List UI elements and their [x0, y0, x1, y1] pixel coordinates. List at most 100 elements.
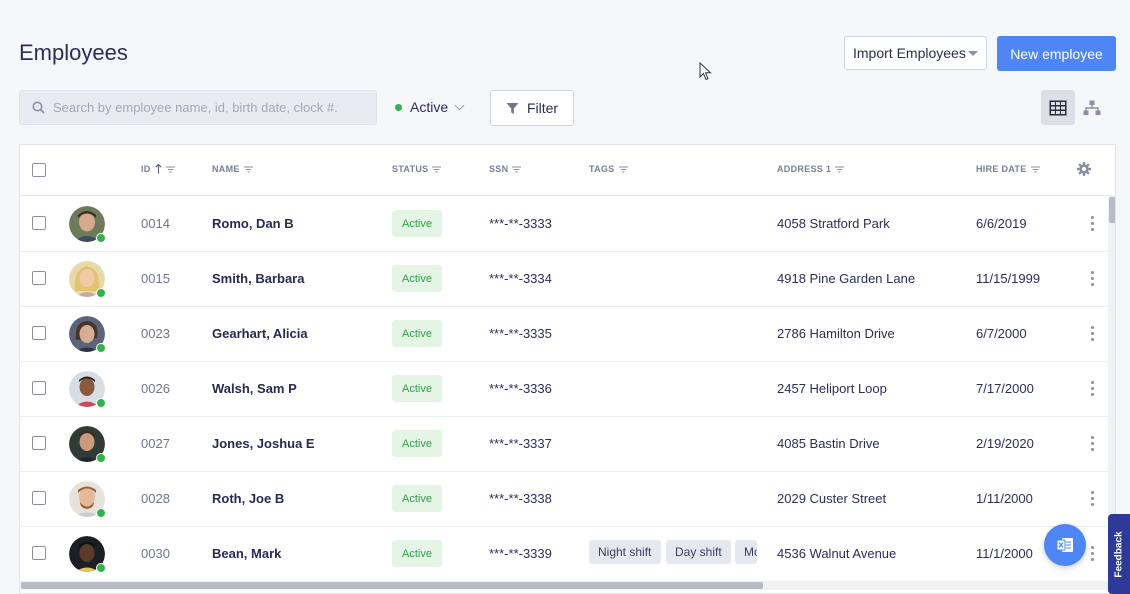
grid-view-toggle[interactable]	[1041, 90, 1075, 125]
column-header-id[interactable]: ID	[141, 164, 175, 174]
row-checkbox[interactable]	[32, 271, 46, 285]
avatar	[69, 206, 106, 243]
settings-gear-icon[interactable]	[1077, 162, 1091, 176]
column-header-tags[interactable]: TAGS	[589, 164, 628, 174]
avatar	[69, 481, 106, 518]
row-checkbox[interactable]	[32, 546, 46, 560]
avatar	[69, 371, 106, 408]
column-filter-icon[interactable]	[512, 165, 522, 173]
employee-name[interactable]: Walsh, Sam P	[212, 381, 297, 396]
avatar	[69, 426, 106, 463]
scrollbar-thumb[interactable]	[21, 582, 763, 589]
column-header-hire-date-label: HIRE DATE	[976, 164, 1027, 174]
new-employee-button[interactable]: New employee	[997, 36, 1116, 71]
employee-name[interactable]: Smith, Barbara	[212, 271, 304, 286]
online-status-icon	[96, 508, 106, 518]
online-status-icon	[96, 288, 106, 298]
employee-name[interactable]: Romo, Dan B	[212, 216, 294, 231]
employee-id: 0014	[141, 216, 170, 231]
employee-hire-date: 7/17/2000	[976, 381, 1034, 396]
online-status-icon	[96, 233, 106, 243]
employee-name[interactable]: Gearhart, Alicia	[212, 326, 308, 341]
employee-id: 0015	[141, 271, 170, 286]
employees-table: ID NAME STATUS SSN TAGS ADDRESS 1 HIRE D…	[19, 144, 1116, 594]
employee-name[interactable]: Bean, Mark	[212, 546, 281, 561]
feedback-tab[interactable]: Feedback	[1108, 514, 1130, 594]
column-filter-icon[interactable]	[432, 165, 442, 173]
kebab-menu-icon[interactable]	[1091, 436, 1094, 451]
select-all-checkbox[interactable]	[32, 163, 46, 177]
employee-ssn: ***-**-3333	[489, 216, 552, 231]
kebab-menu-icon[interactable]	[1091, 216, 1094, 231]
import-employees-dropdown[interactable]: Import Employees	[844, 36, 987, 70]
column-filter-icon[interactable]	[1030, 165, 1040, 173]
table-row[interactable]: 0014 Romo, Dan B Active ***-**-3333 4058…	[20, 196, 1108, 252]
column-header-status[interactable]: STATUS	[392, 164, 442, 174]
employee-address: 2457 Heliport Loop	[777, 381, 887, 396]
excel-export-button[interactable]	[1044, 524, 1086, 566]
horizontal-scrollbar[interactable]	[20, 581, 1108, 590]
employee-address: 4085 Bastin Drive	[777, 436, 880, 451]
employee-hire-date: 1/11/2000	[976, 491, 1033, 506]
scrollbar-thumb[interactable]	[1109, 197, 1115, 223]
avatar	[69, 261, 106, 298]
tag-chip: Day shift	[666, 540, 731, 564]
status-filter-dropdown[interactable]: Active	[395, 99, 465, 115]
feedback-label: Feedback	[1113, 530, 1125, 578]
employee-ssn: ***-**-3338	[489, 491, 552, 506]
kebab-menu-icon[interactable]	[1091, 546, 1094, 561]
table-row[interactable]: 0028 Roth, Joe B Active ***-**-3338 2029…	[20, 471, 1108, 527]
employee-hire-date: 11/15/1999	[976, 271, 1041, 286]
caret-down-icon	[968, 51, 978, 56]
row-checkbox[interactable]	[32, 436, 46, 450]
employee-address: 4918 Pine Garden Lane	[777, 271, 916, 286]
employee-ssn: ***-**-3335	[489, 326, 552, 341]
column-filter-icon[interactable]	[243, 165, 253, 173]
employee-address: 2786 Hamilton Drive	[777, 326, 895, 341]
column-header-tags-label: TAGS	[589, 164, 615, 174]
row-checkbox[interactable]	[32, 216, 46, 230]
row-checkbox[interactable]	[32, 381, 46, 395]
table-row[interactable]: 0030 Bean, Mark Active ***-**-3339 Night…	[20, 526, 1108, 582]
status-badge: Active	[392, 540, 442, 567]
employee-id: 0023	[141, 326, 170, 341]
status-badge: Active	[392, 430, 442, 457]
search-input[interactable]	[51, 99, 365, 116]
kebab-menu-icon[interactable]	[1091, 491, 1094, 506]
status-badge: Active	[392, 210, 442, 237]
column-filter-icon[interactable]	[835, 165, 845, 173]
column-header-hire-date[interactable]: HIRE DATE	[976, 164, 1040, 174]
status-filter-label: Active	[410, 99, 449, 115]
employee-hire-date: 2/19/2020	[976, 436, 1034, 451]
filter-button[interactable]: Filter	[490, 90, 574, 126]
table-header: ID NAME STATUS SSN TAGS ADDRESS 1 HIRE D…	[20, 145, 1115, 196]
column-header-name[interactable]: NAME	[212, 164, 253, 174]
kebab-menu-icon[interactable]	[1091, 271, 1094, 286]
status-badge: Active	[392, 485, 442, 512]
employee-address: 4058 Stratford Park	[777, 216, 890, 231]
employee-name[interactable]: Jones, Joshua E	[212, 436, 315, 451]
kebab-menu-icon[interactable]	[1091, 326, 1094, 341]
row-checkbox[interactable]	[32, 326, 46, 340]
column-header-address[interactable]: ADDRESS 1	[777, 164, 845, 174]
employee-hire-date: 6/6/2019	[976, 216, 1027, 231]
search-box[interactable]	[19, 90, 377, 125]
kebab-menu-icon[interactable]	[1091, 381, 1094, 396]
row-checkbox[interactable]	[32, 491, 46, 505]
table-row[interactable]: 0027 Jones, Joshua E Active ***-**-3337 …	[20, 416, 1108, 472]
table-row[interactable]: 0015 Smith, Barbara Active ***-**-3334 4…	[20, 251, 1108, 307]
column-header-ssn-label: SSN	[489, 164, 509, 174]
employee-name[interactable]: Roth, Joe B	[212, 491, 284, 506]
column-filter-icon[interactable]	[165, 165, 175, 173]
column-header-id-label: ID	[141, 164, 151, 174]
online-status-icon	[96, 343, 106, 353]
table-row[interactable]: 0026 Walsh, Sam P Active ***-**-3336 245…	[20, 361, 1108, 417]
column-header-ssn[interactable]: SSN	[489, 164, 522, 174]
excel-export-icon	[1056, 538, 1073, 552]
org-chart-icon	[1083, 100, 1101, 115]
column-filter-icon[interactable]	[618, 165, 628, 173]
org-chart-view-toggle[interactable]	[1080, 90, 1104, 125]
online-status-icon	[96, 563, 106, 573]
avatar	[69, 536, 106, 573]
table-row[interactable]: 0023 Gearhart, Alicia Active ***-**-3335…	[20, 306, 1108, 362]
